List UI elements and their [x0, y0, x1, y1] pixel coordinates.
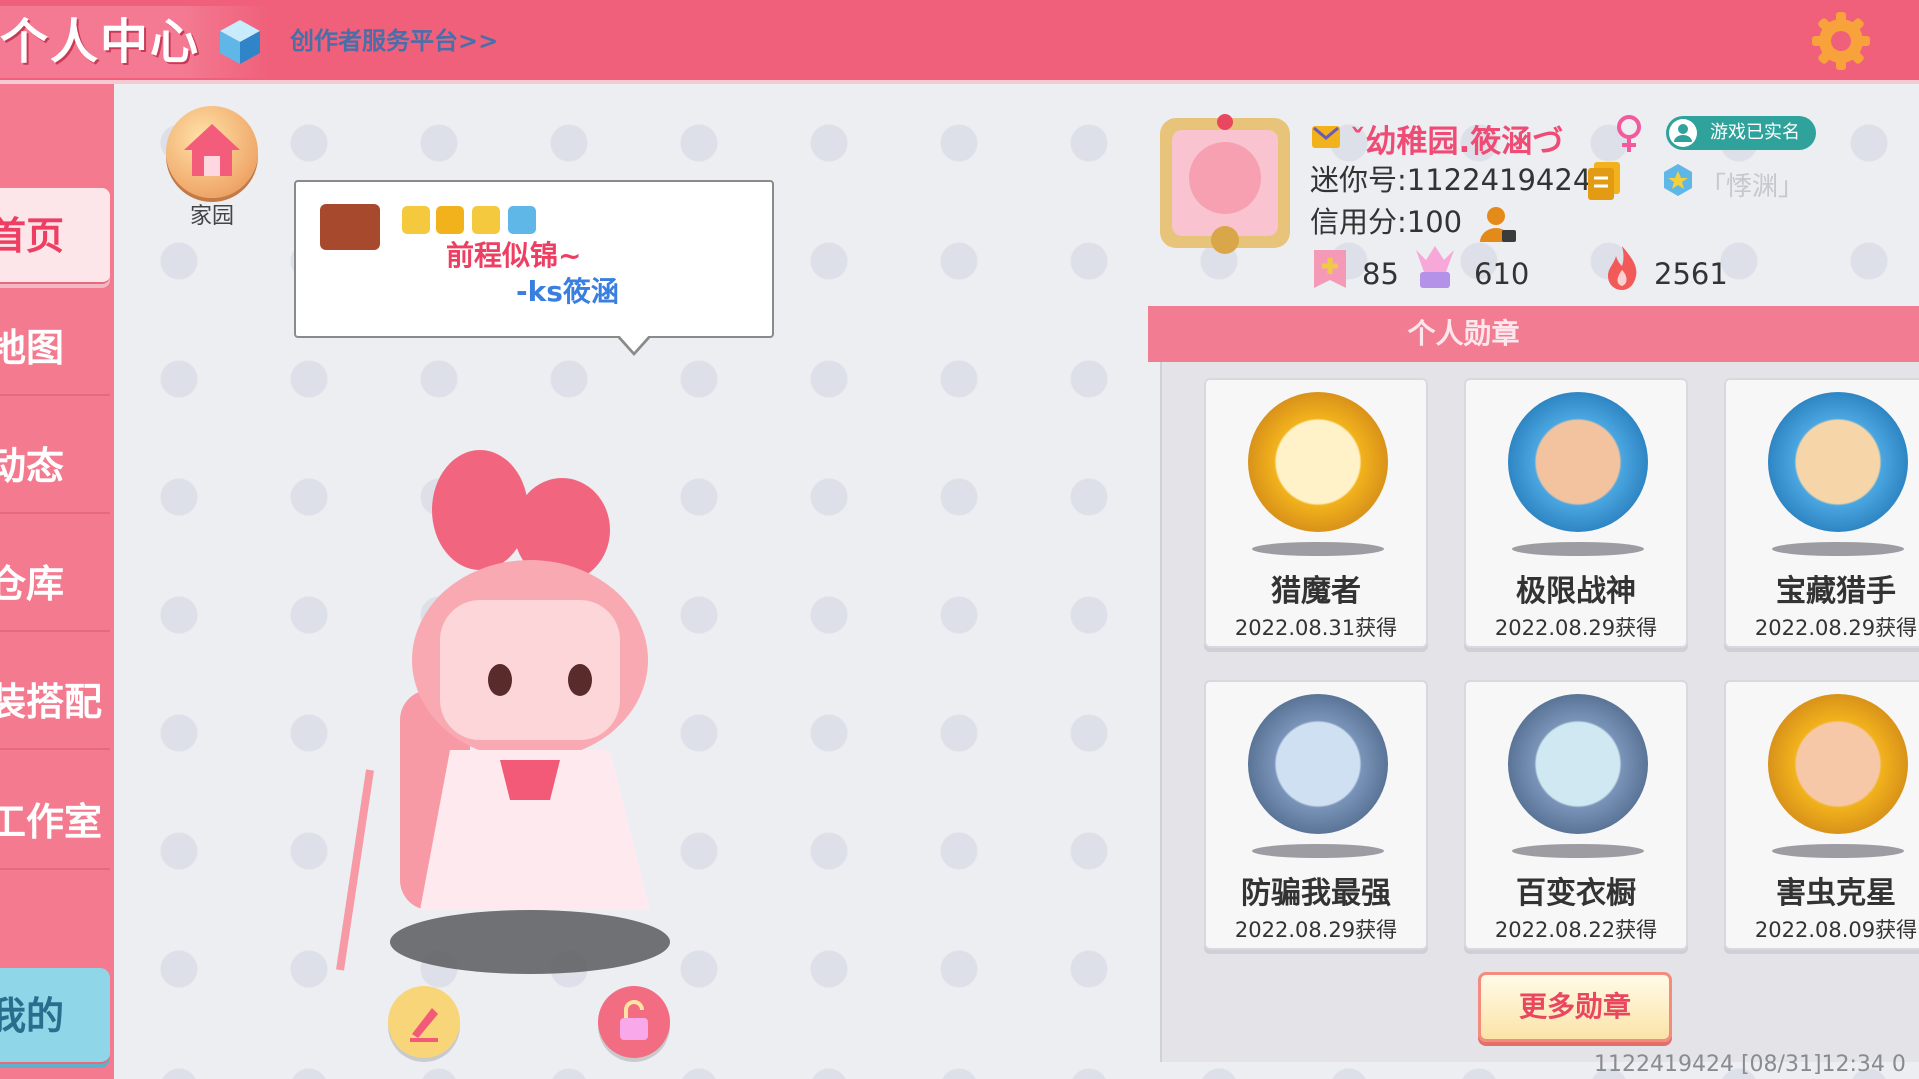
treasure-medal-icon — [1768, 392, 1908, 532]
credit-score: 信用分:100 — [1310, 205, 1463, 239]
sidebar-item-moments[interactable]: 动态 — [0, 418, 110, 514]
medal-shadow — [1772, 844, 1904, 858]
mini-id: 迷你号:1122419424 — [1310, 163, 1592, 197]
medal-shadow — [1512, 542, 1644, 556]
badge-year-icon — [402, 206, 430, 234]
sidebar-item-mine[interactable]: 我的 — [0, 968, 110, 1064]
medal-card[interactable]: 猎魔者 2022.08.31获得 — [1204, 378, 1428, 648]
female-icon — [1617, 115, 1641, 152]
player-avatar-character[interactable] — [330, 440, 710, 980]
medal-date: 2022.08.29获得 — [1494, 616, 1658, 640]
medals-header: 个人勋章 — [1148, 306, 1919, 362]
title-star-icon[interactable] — [1660, 162, 1696, 198]
likes-count: 85 — [1362, 257, 1399, 291]
medal-card[interactable]: 害虫克星 2022.08.09获得 — [1724, 680, 1919, 950]
medal-name: 猎魔者 — [1271, 574, 1361, 609]
sidebar-item-home[interactable]: 首页 — [0, 188, 110, 284]
medal-name: 极限战神 — [1516, 574, 1636, 609]
profile-avatar[interactable] — [1150, 108, 1300, 258]
lock-button[interactable] — [598, 986, 670, 1058]
anti-fraud-medal-icon — [1248, 694, 1388, 834]
gear-icon[interactable] — [1808, 8, 1874, 74]
signature-line1: 前程似锦~ — [446, 239, 582, 272]
medal-date: 2022.08.09获得 — [1754, 918, 1918, 942]
popularity-count: 2561 — [1654, 257, 1728, 291]
medal-shadow — [1772, 542, 1904, 556]
fans-icon — [1416, 246, 1454, 288]
badge-diamond-icon — [472, 206, 500, 234]
house-icon — [184, 124, 240, 176]
medal-card[interactable]: 百变衣橱 2022.08.22获得 — [1464, 680, 1688, 950]
signature-bubble: 前程似锦~ -ks筱涵 — [294, 180, 774, 356]
home-label: 家园 — [189, 204, 234, 229]
copy-icon[interactable] — [1584, 160, 1624, 202]
medal-card[interactable]: 极限战神 2022.08.29获得 — [1464, 378, 1688, 648]
like-flag-icon — [1314, 250, 1346, 288]
medal-date: 2022.08.29获得 — [1234, 918, 1398, 942]
medal-name: 宝藏猎手 — [1776, 574, 1896, 609]
medal-date: 2022.08.22获得 — [1494, 918, 1658, 942]
badge-crown-icon — [436, 206, 464, 234]
signature-line2: -ks筱涵 — [516, 275, 619, 308]
medal-shadow — [1252, 844, 1384, 858]
pest-buster-medal-icon — [1768, 694, 1908, 834]
medal-name: 防骗我最强 — [1241, 876, 1391, 911]
flame-icon — [1608, 246, 1637, 290]
mail-icon — [1312, 126, 1340, 148]
edit-button[interactable] — [388, 986, 460, 1058]
medal-card[interactable]: 宝藏猎手 2022.08.29获得 — [1724, 378, 1919, 648]
medal-date: 2022.08.31获得 — [1234, 616, 1398, 640]
sidebar-item-outfit[interactable]: 装搭配 — [0, 654, 110, 750]
medal-name: 害虫克星 — [1776, 876, 1896, 911]
footer-debug-info: 1122419424 [08/31]12:34 0 — [1594, 1052, 1906, 1077]
boss-medal-icon — [1508, 392, 1648, 532]
top-bar: 个人中心 创作者服务平台>> — [0, 0, 1919, 84]
lock-icon — [620, 1000, 648, 1040]
cube-icon — [220, 20, 260, 64]
user-verified-icon — [1669, 119, 1697, 147]
creator-platform-link[interactable]: 创作者服务平台>> — [290, 24, 498, 58]
home-button[interactable] — [166, 106, 258, 198]
medal-name: 百变衣橱 — [1516, 876, 1636, 911]
more-medals-button[interactable]: 更多勋章 — [1478, 972, 1672, 1042]
demon-hunter-medal-icon — [1248, 392, 1388, 532]
medal-shadow — [1512, 844, 1644, 858]
medal-shadow — [1252, 542, 1384, 556]
badge-vip-icon — [508, 206, 536, 234]
medal-date: 2022.08.29获得 — [1754, 616, 1918, 640]
sidebar-item-storage[interactable]: 仓库 — [0, 536, 110, 632]
emoji-icon — [320, 204, 380, 250]
sidebar-item-map[interactable]: 地图 — [0, 300, 110, 396]
sidebar-item-studio[interactable]: 工作室 — [0, 774, 110, 870]
fans-count: 610 — [1474, 257, 1530, 291]
medal-card[interactable]: 防骗我最强 2022.08.29获得 — [1204, 680, 1428, 950]
wardrobe-medal-icon — [1508, 694, 1648, 834]
sidebar: 首页 地图 动态 仓库 装搭配 工作室 我的 — [0, 84, 114, 1079]
player-title-tag: 「悸渊」 — [1700, 172, 1805, 202]
friend-icon[interactable] — [1476, 204, 1518, 246]
nickname: ˇ幼稚园.筱涵づ — [1350, 124, 1564, 160]
pencil-icon — [410, 1008, 438, 1042]
